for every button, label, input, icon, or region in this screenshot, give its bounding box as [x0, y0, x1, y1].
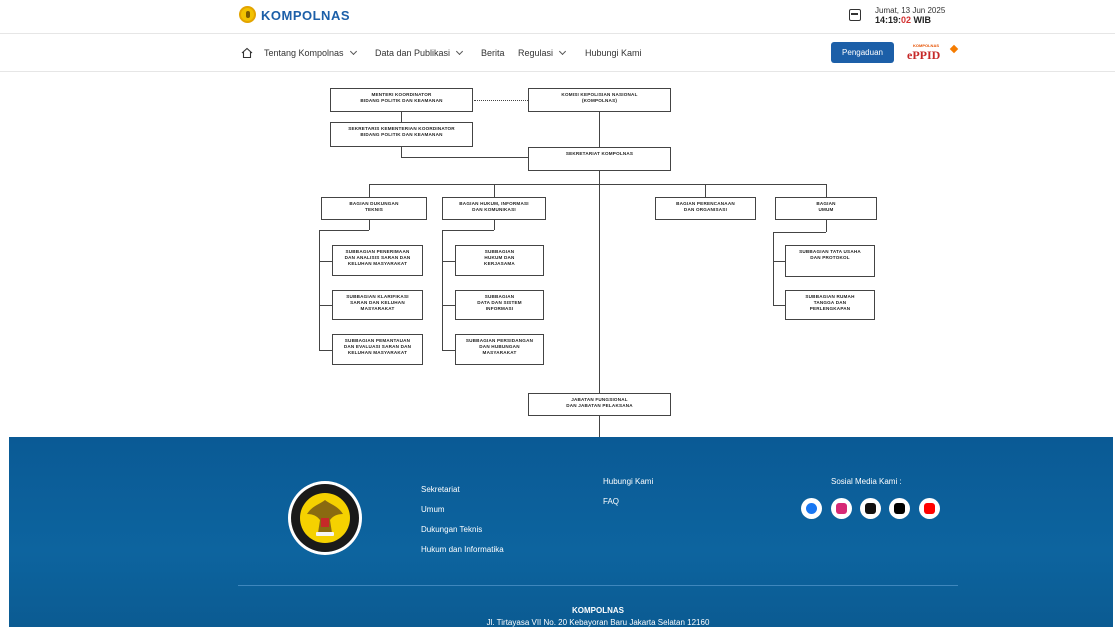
current-seconds: 02 [901, 15, 912, 25]
calendar-icon [849, 9, 861, 21]
connector-dotted [474, 100, 528, 101]
connector [401, 157, 529, 158]
nav-item-data-publikasi[interactable]: Data dan Publikasi [375, 47, 464, 58]
connector [826, 220, 827, 232]
footer-link-faq[interactable]: FAQ [603, 497, 619, 506]
chevron-down-icon [349, 47, 357, 56]
eppid-logo[interactable]: KOMPOLNAS ePPID [905, 43, 960, 63]
footer-link-hukum-informatika[interactable]: Hukum dan Informatika [421, 545, 504, 554]
connector [369, 220, 370, 230]
nav-item-tentang-kompolnas[interactable]: Tentang Kompolnas [264, 47, 357, 58]
connector [826, 184, 827, 197]
eppid-star-icon [949, 44, 959, 54]
facebook-icon[interactable] [801, 498, 822, 519]
org-box-sub-dukungan: Subbagian Penerimaan dan Analisis Saran d… [332, 245, 423, 276]
tiktok-icon[interactable] [860, 498, 881, 519]
garuda-logo-icon[interactable] [239, 6, 256, 23]
connector [599, 171, 600, 465]
org-box-bagian-perencanaan: Bagian Perencanaan dan Organisasi [655, 197, 756, 220]
org-box-bagian-dukungan: Bagian Dukungan Teknis [321, 197, 427, 220]
current-time: 14:19:02 WIB [875, 15, 932, 25]
org-box-sub-hukum: Subbagian Persidangan dan Hubungan Masyara… [455, 334, 544, 365]
org-box-menko: Menteri Koordinator Bidang Politik dan Ke… [330, 88, 473, 112]
footer-address: Jl. Tirtayasa VII No. 20 Kebayoran Baru … [486, 618, 710, 627]
site-logo-text[interactable]: KOMPOLNAS [261, 8, 350, 23]
footer-link-sekretariat[interactable]: Sekretariat [421, 485, 460, 494]
social-media-title: Sosial Media Kami : [831, 477, 902, 486]
org-box-sub-dukungan: Subbagian Pemantauan dan Evaluasi Saran d… [332, 334, 423, 365]
connector [773, 232, 774, 306]
connector [319, 230, 369, 231]
x-icon[interactable] [889, 498, 910, 519]
connector [599, 112, 600, 147]
current-date: Jumat, 13 Jun 2025 [875, 6, 946, 15]
chevron-down-icon [558, 47, 567, 56]
org-box-sub-hukum: Subbagian Data dan Sistem Informasi [455, 290, 544, 320]
connector [319, 261, 332, 262]
org-box-sub-dukungan: Subbagian Klarifikasi Saran dan Keluhan Ma… [332, 290, 423, 320]
connector [773, 261, 785, 262]
footer-link-hubungi-kami[interactable]: Hubungi Kami [603, 477, 653, 486]
connector [773, 305, 785, 306]
main-nav: Tentang Kompolnas Data dan Publikasi Ber… [0, 35, 1115, 72]
instagram-icon[interactable] [831, 498, 852, 519]
org-box-sub-umum: Subbagian Rumah Tangga dan Perlengkapan [785, 290, 875, 320]
connector [401, 112, 402, 122]
nav-item-regulasi[interactable]: Regulasi [518, 47, 567, 58]
connector [442, 305, 455, 306]
connector [369, 184, 370, 197]
org-box-bagian-umum: Bagian Umum [775, 197, 877, 220]
connector [319, 350, 332, 351]
org-box-sesmenko: Sekretaris Kementerian Koordinator Bidang… [330, 122, 473, 147]
home-icon[interactable] [241, 47, 253, 59]
org-box-sub-hukum: Subbagian Hukum dan Kerjasama [455, 245, 544, 276]
footer-link-umum[interactable]: Umum [421, 505, 445, 514]
pengaduan-button[interactable]: Pengaduan [831, 42, 894, 63]
nav-item-berita[interactable]: Berita [481, 48, 505, 58]
connector [442, 230, 494, 231]
connector [369, 184, 827, 185]
footer-divider [238, 585, 958, 586]
connector [773, 232, 826, 233]
connector [494, 220, 495, 230]
connector [494, 184, 495, 197]
youtube-icon[interactable] [919, 498, 940, 519]
connector [442, 230, 443, 351]
org-box-sub-umum: Subbagian Tata Usaha dan Protokol [785, 245, 875, 277]
connector [401, 147, 402, 157]
top-header: KOMPOLNAS Jumat, 13 Jun 2025 14:19:02 WI… [0, 0, 1115, 34]
org-box-bagian-hukum: Bagian Hukum, Informasi dan Komunikasi [442, 197, 546, 220]
chevron-down-icon [456, 47, 464, 56]
connector [319, 230, 320, 351]
org-chart: Menteri Koordinator Bidang Politik dan Ke… [0, 72, 1115, 465]
connector [442, 261, 455, 262]
connector [705, 184, 706, 197]
org-box-kompolnas: Komisi Kepolisian Nasional (KOMPOLNAS) [528, 88, 671, 112]
footer-org-name: KOMPOLNAS [572, 606, 624, 615]
kompolnas-emblem [288, 481, 362, 555]
connector [319, 305, 332, 306]
connector [442, 350, 455, 351]
org-box-jabatan: Jabatan Fungsional dan Jabatan Pelaksana [528, 393, 671, 416]
footer-link-dukungan-teknis[interactable]: Dukungan Teknis [421, 525, 482, 534]
nav-item-hubungi-kami[interactable]: Hubungi Kami [585, 48, 642, 58]
site-footer: Sekretariat Umum Dukungan Teknis Hukum d… [9, 437, 1113, 627]
org-box-sekretariat: Sekretariat Kompolnas [528, 147, 671, 171]
